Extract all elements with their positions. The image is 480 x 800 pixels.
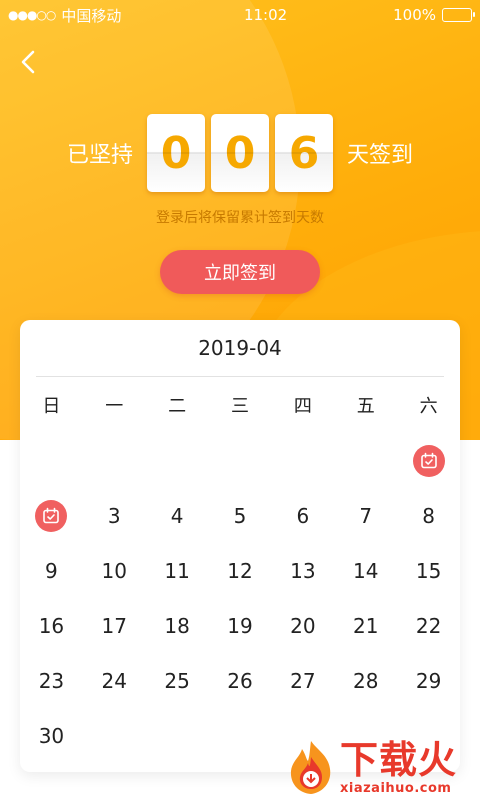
calendar-day[interactable]: 12 xyxy=(209,543,272,598)
calendar-day[interactable]: 28 xyxy=(334,653,397,708)
calendar-day[interactable]: 16 xyxy=(20,598,83,653)
flame-logo-icon xyxy=(290,741,331,794)
calendar-day[interactable]: 8 xyxy=(397,488,460,543)
calendar-day[interactable]: 6 xyxy=(271,488,334,543)
calendar-day-checked[interactable] xyxy=(397,433,460,488)
weekday-label: 五 xyxy=(356,396,375,417)
sign-in-button[interactable]: 立即签到 xyxy=(160,250,320,294)
calendar-day[interactable]: 26 xyxy=(209,653,272,708)
streak-digit: 6 xyxy=(275,114,333,192)
chevron-left-icon xyxy=(21,50,35,74)
calendar-day[interactable]: 14 xyxy=(334,543,397,598)
calendar-empty-cell xyxy=(334,433,397,488)
calendar-day[interactable]: 24 xyxy=(83,653,146,708)
calendar-day[interactable]: 11 xyxy=(146,543,209,598)
weekday-label: 三 xyxy=(230,396,249,417)
calendar-day[interactable]: 20 xyxy=(271,598,334,653)
calendar-day[interactable]: 17 xyxy=(83,598,146,653)
calendar-day[interactable]: 21 xyxy=(334,598,397,653)
streak-counter: 已坚持 0 0 6 天签到 xyxy=(0,112,480,194)
status-bar: ●●●○○ 中国移动 11:02 100% xyxy=(0,0,480,30)
calendar-day[interactable]: 3 xyxy=(83,488,146,543)
battery-icon xyxy=(442,8,475,22)
streak-suffix: 天签到 xyxy=(347,143,414,168)
calendar-day[interactable]: 23 xyxy=(20,653,83,708)
clock: 11:02 xyxy=(243,6,288,24)
weekday-label: 二 xyxy=(168,396,187,417)
calendar-day[interactable]: 13 xyxy=(271,543,334,598)
calendar-day[interactable]: 7 xyxy=(334,488,397,543)
weekday-label: 一 xyxy=(105,396,124,417)
calendar-check-icon xyxy=(412,444,445,477)
watermark-logo: 下载火 xiazaihuo.com xyxy=(284,736,480,800)
streak-digit: 0 xyxy=(211,114,269,192)
weekday-label: 六 xyxy=(419,396,438,417)
calendar-empty-cell xyxy=(146,433,209,488)
login-hint: 登录后将保留累计签到天数 xyxy=(156,210,324,226)
calendar-day-checked[interactable] xyxy=(20,488,83,543)
watermark-text: 下载火 xyxy=(340,738,458,782)
calendar-empty-cell xyxy=(20,433,83,488)
back-button[interactable] xyxy=(12,46,44,78)
battery-percent: 100% xyxy=(393,6,436,24)
calendar: 2019-04 日 一 二 三 四 五 六 3 4 5 6 7 8 9 10 11 12 13 14 1… xyxy=(20,320,460,772)
calendar-day[interactable]: 27 xyxy=(271,653,334,708)
calendar-day[interactable]: 10 xyxy=(83,543,146,598)
carrier-name: 中国移动 xyxy=(61,6,122,25)
signal-strength: ●●●○○ xyxy=(8,8,56,22)
weekday-header: 日 一 二 三 四 五 六 xyxy=(20,377,460,433)
streak-digits: 0 0 6 xyxy=(147,114,333,192)
calendar-day[interactable]: 9 xyxy=(20,543,83,598)
calendar-month: 2019-04 xyxy=(198,336,282,360)
calendar-day[interactable]: 22 xyxy=(397,598,460,653)
calendar-day[interactable]: 19 xyxy=(209,598,272,653)
streak-digit: 0 xyxy=(147,114,205,192)
calendar-empty-cell xyxy=(209,433,272,488)
streak-prefix: 已坚持 xyxy=(66,143,133,168)
calendar-day[interactable]: 5 xyxy=(209,488,272,543)
weekday-label: 日 xyxy=(42,396,61,417)
weekday-label: 四 xyxy=(293,396,312,417)
calendar-day[interactable]: 25 xyxy=(146,653,209,708)
calendar-day[interactable]: 18 xyxy=(146,598,209,653)
calendar-day[interactable]: 30 xyxy=(20,708,83,763)
calendar-check-icon xyxy=(35,499,68,532)
calendar-days: 3 4 5 6 7 8 9 10 11 12 13 14 15 16 17 18 19 20 21 22 23 24 25 2… xyxy=(20,433,460,763)
calendar-day[interactable]: 29 xyxy=(397,653,460,708)
watermark-url: xiazaihuo.com xyxy=(340,781,452,796)
calendar-empty-cell xyxy=(271,433,334,488)
calendar-empty-cell xyxy=(83,433,146,488)
calendar-day[interactable]: 15 xyxy=(397,543,460,598)
calendar-day[interactable]: 4 xyxy=(146,488,209,543)
